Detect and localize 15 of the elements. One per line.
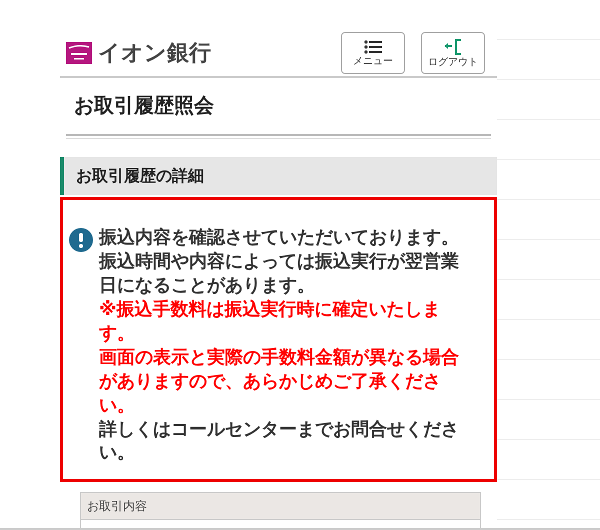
logout-icon — [444, 38, 462, 54]
warning-text: 画面の表示と実際の手数料金額が異なる場合がありますので、あらかじめご了承ください。 — [99, 346, 460, 418]
menu-icon — [364, 40, 382, 54]
info-icon — [69, 228, 93, 252]
page-title: お取引履歴照会 — [74, 93, 214, 117]
notice-text: 振込内容を確認させていただいております。 — [99, 226, 460, 250]
section-heading: お取引履歴の詳細 — [60, 157, 497, 195]
logout-button[interactable]: ログアウト — [421, 32, 485, 74]
warning-text: ※振込手数料は振込実行時に確定いたします。 — [99, 298, 442, 346]
notice-text: 詳しくはコールセンターまでお問合せください。 — [99, 418, 460, 466]
table-header: お取引内容 — [80, 492, 481, 520]
notice-text: 振込時間や内容によっては振込実行が翌営業日になることがあります。 — [99, 250, 460, 298]
menu-button[interactable]: メニュー — [341, 32, 405, 74]
bank-name: イオン銀行 — [98, 40, 211, 68]
logo-icon — [66, 42, 92, 64]
